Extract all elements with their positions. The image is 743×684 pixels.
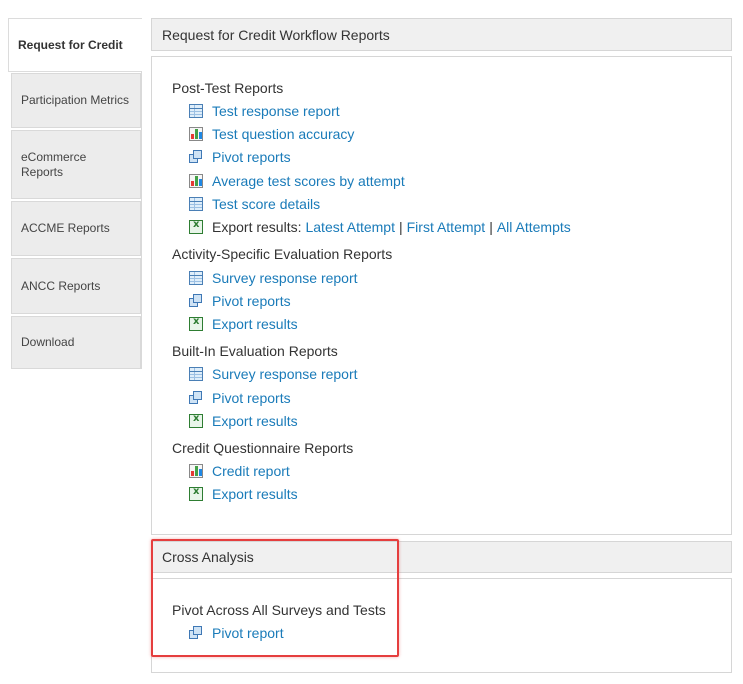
- tab-ancc-reports[interactable]: ANCC Reports: [11, 258, 141, 314]
- all-attempts-link[interactable]: All Attempts: [497, 219, 571, 235]
- test-response-report-link[interactable]: Test response report: [212, 103, 340, 119]
- excel-icon: [189, 219, 203, 234]
- table-icon: [189, 367, 203, 381]
- bar-chart-icon: [189, 127, 203, 141]
- list-item: Average test scores by attempt: [189, 172, 405, 190]
- panel-title: Request for Credit Workflow Reports: [162, 26, 390, 43]
- table-icon: [189, 104, 203, 118]
- excel-icon: [189, 486, 203, 501]
- average-test-scores-link[interactable]: Average test scores by attempt: [212, 173, 405, 189]
- credit-report-link[interactable]: Credit report: [212, 463, 290, 479]
- bar-chart-icon: [189, 174, 203, 188]
- tab-ecommerce-reports[interactable]: eCommerce Reports: [11, 130, 141, 199]
- excel-icon: [189, 413, 203, 428]
- export-results-link[interactable]: Export results: [212, 316, 298, 332]
- pivot-icon: [189, 391, 203, 405]
- list-item: Export results: [189, 412, 298, 430]
- tab-participation-metrics[interactable]: Participation Metrics: [11, 73, 141, 128]
- survey-response-report-link[interactable]: Survey response report: [212, 366, 358, 382]
- bar-chart-icon: [189, 464, 203, 478]
- list-item: Pivot reports: [189, 148, 291, 166]
- list-item: Export results: [189, 315, 298, 333]
- sidebar-divider: [141, 71, 142, 369]
- list-item: Pivot reports: [189, 292, 291, 310]
- pivot-reports-link[interactable]: Pivot reports: [212, 293, 291, 309]
- section-title-built-in: Built-In Evaluation Reports: [172, 343, 338, 359]
- list-item: Credit report: [189, 462, 290, 480]
- table-icon: [189, 271, 203, 285]
- list-item: Export results: [189, 485, 298, 503]
- highlight-annotation-box: [151, 539, 399, 657]
- tab-label: eCommerce Reports: [21, 149, 87, 179]
- list-item: Test question accuracy: [189, 125, 354, 143]
- tab-label: ANCC Reports: [21, 278, 101, 293]
- tab-download[interactable]: Download: [11, 316, 141, 369]
- tab-request-for-credit[interactable]: Request for Credit: [8, 18, 142, 72]
- pivot-icon: [189, 294, 203, 308]
- tab-label: Request for Credit: [18, 37, 123, 52]
- survey-response-report-link[interactable]: Survey response report: [212, 270, 358, 286]
- test-score-details-link[interactable]: Test score details: [212, 196, 320, 212]
- pivot-icon: [189, 150, 203, 164]
- pivot-reports-link[interactable]: Pivot reports: [212, 390, 291, 406]
- table-icon: [189, 197, 203, 211]
- section-title-activity-specific: Activity-Specific Evaluation Reports: [172, 246, 393, 262]
- list-item: Test score details: [189, 195, 320, 213]
- export-results-row: Export results: Latest Attempt | First A…: [189, 218, 571, 236]
- list-item: Pivot reports: [189, 389, 291, 407]
- first-attempt-link[interactable]: First Attempt: [407, 219, 486, 235]
- tab-accme-reports[interactable]: ACCME Reports: [11, 201, 141, 256]
- test-question-accuracy-link[interactable]: Test question accuracy: [212, 126, 354, 142]
- export-results-link[interactable]: Export results: [212, 413, 298, 429]
- section-title-post-test: Post-Test Reports: [172, 80, 284, 96]
- export-results-label: Export results:: [212, 219, 302, 235]
- excel-icon: [189, 316, 203, 331]
- separator: |: [489, 219, 493, 235]
- separator: |: [398, 219, 403, 235]
- latest-attempt-link[interactable]: Latest Attempt: [305, 219, 395, 235]
- export-results-link[interactable]: Export results: [212, 486, 298, 502]
- tab-label: ACCME Reports: [21, 221, 110, 235]
- section-title-credit-questionnaire: Credit Questionnaire Reports: [172, 440, 354, 456]
- list-item: Test response report: [189, 102, 340, 120]
- tab-label: Download: [21, 335, 75, 349]
- list-item: Survey response report: [189, 365, 358, 383]
- pivot-reports-link[interactable]: Pivot reports: [212, 149, 291, 165]
- list-item: Survey response report: [189, 269, 358, 287]
- panel-header-workflow-reports: Request for Credit Workflow Reports: [151, 18, 732, 51]
- tab-label: Participation Metrics: [21, 93, 130, 107]
